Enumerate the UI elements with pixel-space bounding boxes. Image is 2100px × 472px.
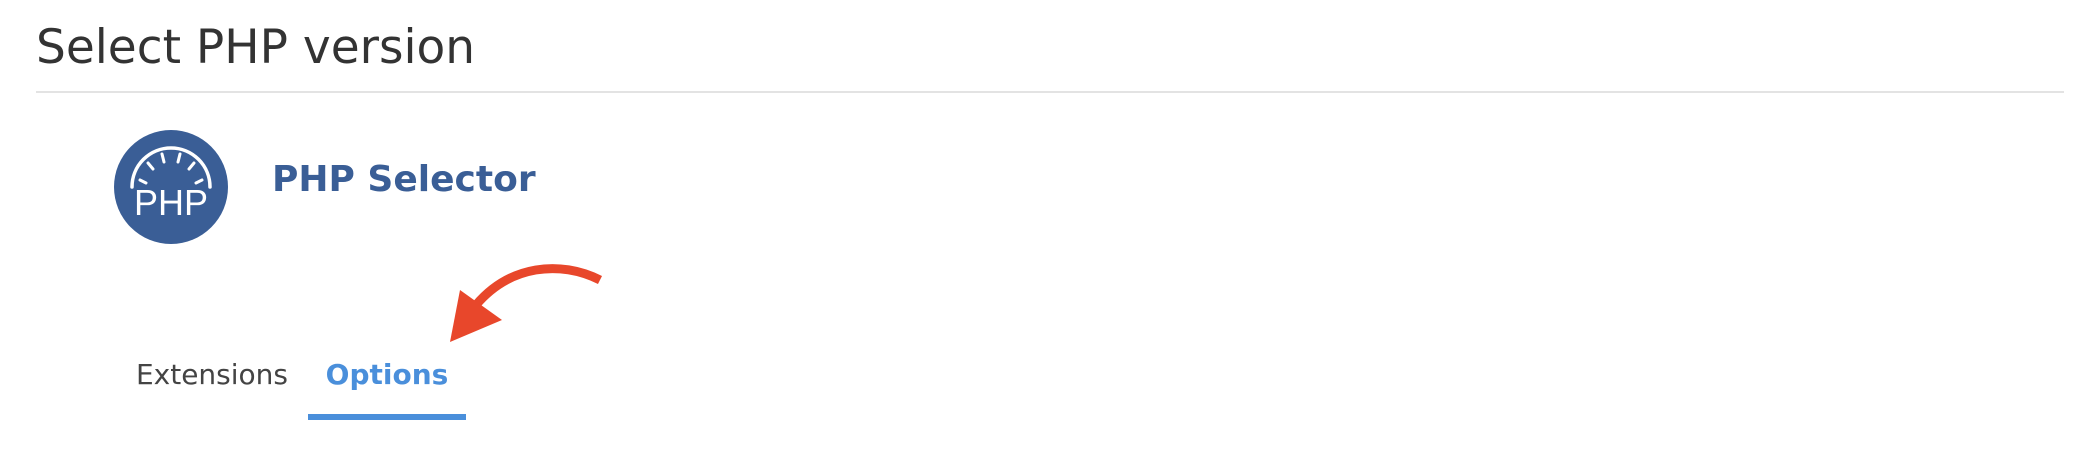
- tab-bar: Extensions Options: [120, 340, 520, 420]
- php-logo-text: PHP: [134, 182, 208, 223]
- php-gauge-logo-icon: PHP: [114, 130, 228, 244]
- title-divider: [36, 91, 2064, 93]
- red-curved-arrow-icon: [440, 250, 610, 350]
- page-title: Select PHP version: [36, 20, 476, 75]
- active-tab-indicator: [308, 414, 466, 420]
- app-name: PHP Selector: [272, 159, 536, 200]
- tab-extensions-label: Extensions: [135, 358, 289, 391]
- tab-options-label: Options: [325, 358, 449, 391]
- tab-extensions[interactable]: Extensions: [120, 340, 304, 420]
- tab-options[interactable]: Options: [308, 340, 466, 420]
